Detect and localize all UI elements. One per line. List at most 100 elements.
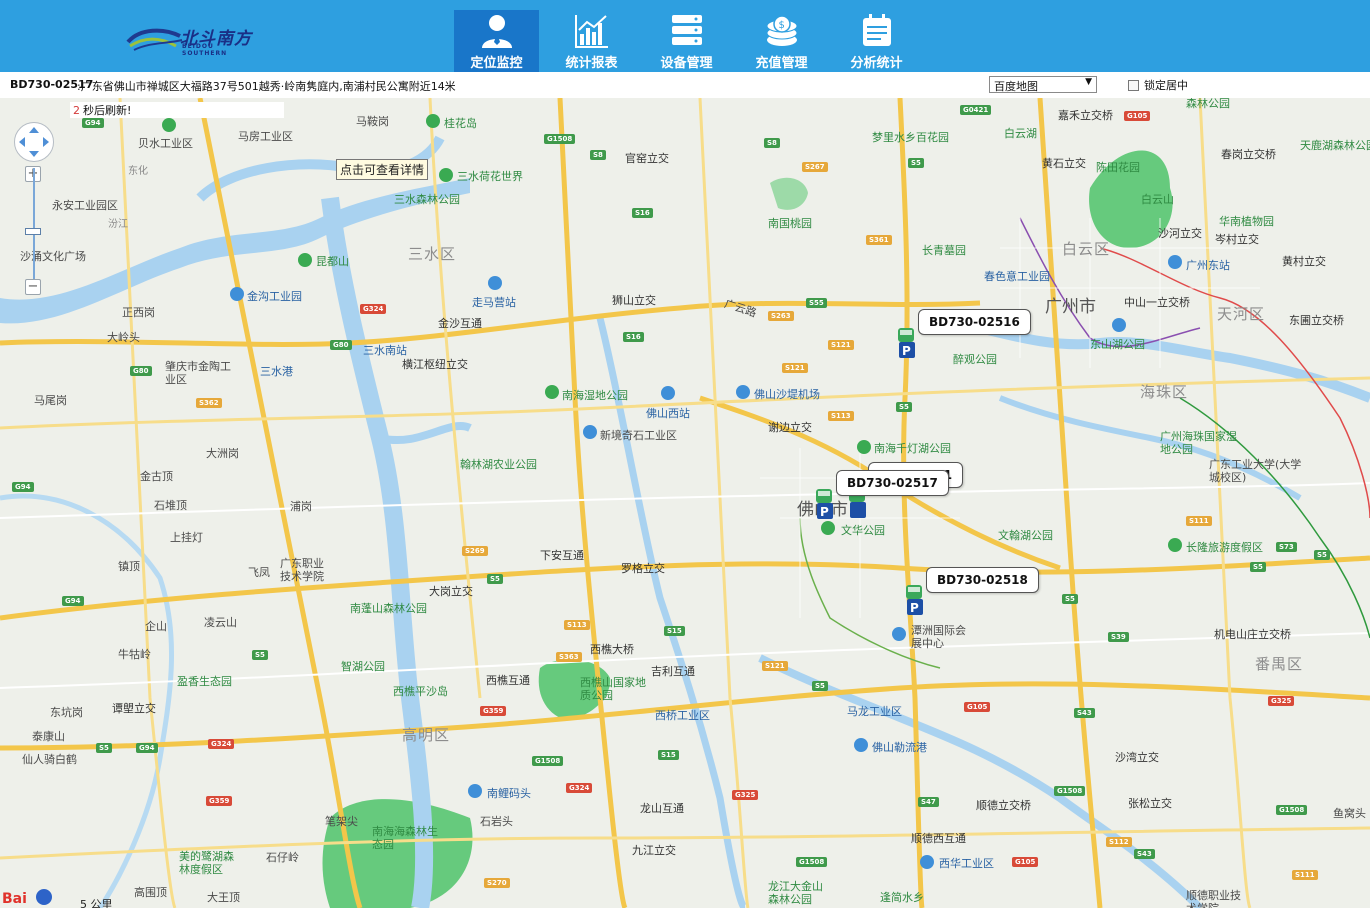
building-icon [583,425,597,439]
nav-item-recharge[interactable]: $ 充值管理 [739,10,824,72]
port-icon [468,784,482,798]
logo-swoosh-icon [126,28,183,51]
lock-center-toggle[interactable]: 锁定居中 [1128,77,1188,93]
port-icon [854,738,868,752]
park-icon [426,114,440,128]
brand-logo[interactable]: 北斗南方 BEIDOU SOUTHERN [126,24,258,57]
road-shield: S269 [462,546,488,556]
place-label: 白云山 [1141,193,1174,206]
place-label: 仙人骑白鹤 [22,753,77,766]
road-shield: S5 [812,681,828,691]
district-label: 天河区 [1217,305,1266,323]
district-label: 三水区 [408,245,457,263]
zoom-track[interactable] [33,168,35,286]
place-label: 南海湿地公园 [562,389,628,402]
city-label: 广州市 [1045,297,1096,317]
road-shield: G324 [208,739,235,749]
place-label: 春岗立交桥 [1221,148,1276,161]
road-shield: G1508 [1276,805,1308,815]
zoom-out-button[interactable]: − [25,279,41,295]
place-label: 金沟工业园 [247,290,302,303]
road-shield: G105 [1012,857,1039,867]
vehicle-marker-02518[interactable]: P [903,585,925,615]
park-icon [857,440,871,454]
nav-item-device-management[interactable]: 设备管理 [644,10,729,72]
map-pan-control[interactable] [14,122,54,162]
road-shield: S5 [1250,562,1266,572]
road-shield: S263 [768,311,794,321]
place-label: 谢边立交 [768,421,812,434]
park-icon [298,253,312,267]
zoom-slider-handle[interactable] [25,228,41,235]
road-shield: S5 [896,402,912,412]
place-label: 西樵平沙岛 [393,685,448,698]
district-label: 白云区 [1062,240,1111,258]
place-label: 九江立交 [632,844,676,857]
map-type-select[interactable]: 百度地图 ▼ [989,76,1097,93]
place-label: 文华公园 [841,524,885,537]
parked-car-icon: P [898,328,915,358]
transit-icon [1168,255,1182,269]
place-label: 盈香生态园 [177,675,232,688]
road-shield: S5 [252,650,268,660]
map-type-value: 百度地图 [994,80,1038,93]
road-shield: S267 [802,162,828,172]
map-scale: 5 公里 [80,898,113,908]
road-shield: S15 [664,626,685,636]
vehicle-label[interactable]: BD730-02516 [918,309,1031,335]
place-label: 镇顶 [118,560,140,573]
place-label: 飞凤 [248,566,270,579]
place-label: 潭洲国际会展中心 [911,624,966,650]
place-label: 罗格立交 [621,562,665,575]
road-shield: G94 [136,743,158,753]
place-label: 醉观公园 [953,353,997,366]
place-label: 沙涌文化广场 [20,250,86,263]
place-label: 石堆顶 [154,499,187,512]
place-label: 金沙互通 [438,317,482,330]
parked-car-icon: P [906,585,923,615]
main-nav: 定位监控 统计报表 设备管理 $ 充值管理 分析统计 [454,10,929,72]
airport-icon [736,385,750,399]
place-label: 文翰湖公园 [998,529,1053,542]
road-shield: G1508 [1054,786,1086,796]
district-label: 海珠区 [1140,383,1189,401]
user-icon [482,15,512,48]
vehicle-marker-02517[interactable]: P [813,489,835,519]
park-icon [439,168,453,182]
place-label: 美的鹭湖森林度假区 [179,850,234,876]
nav-item-reports[interactable]: 统计报表 [549,10,634,72]
place-label: 顺德西互通 [911,832,966,845]
nav-label: 设备管理 [660,56,713,71]
place-label: 中山一立交桥 [1124,296,1190,309]
place-label: 三水南站 [363,344,407,357]
nav-item-analysis[interactable]: 分析统计 [834,10,919,72]
road-shield: S5 [487,574,503,584]
place-label: 牛牯岭 [118,648,151,661]
place-label: 广东职业技术学院 [280,557,324,583]
place-label: 西桥工业区 [655,709,710,722]
place-label: 佛山沙堤机场 [754,388,820,401]
place-label: 龙山互通 [640,802,684,815]
vehicle-label[interactable]: BD730-02517 [836,470,949,496]
nav-label: 定位监控 [470,56,523,71]
building-icon [920,855,934,869]
place-label: 嘉禾立交桥 [1058,109,1113,122]
lock-center-checkbox[interactable] [1128,79,1139,91]
vehicle-label[interactable]: BD730-02518 [926,567,1039,593]
road-shield: G324 [360,304,387,314]
svg-text:P: P [902,344,911,358]
road-shield: S270 [484,878,510,888]
road-shield: G325 [1268,696,1295,706]
nav-item-location-monitor[interactable]: 定位监控 [454,10,539,72]
place-label: 横江枢纽立交 [402,358,468,371]
place-label: 华南植物园 [1219,215,1274,228]
svg-text:$: $ [779,20,785,31]
park-icon [545,385,559,399]
place-label: 佛山勒流港 [872,741,927,754]
place-label: 下安互通 [540,549,584,562]
map-canvas[interactable]: 三水区 白云区 广州市 天河区 海珠区 番禺区 高明区 佛山市 马鞍岗 桂花岛 … [0,98,1370,908]
place-label: 顺德立交桥 [976,799,1031,812]
place-label: 官窑立交 [625,152,669,165]
vehicle-marker-02516[interactable]: P [895,328,917,358]
place-label: 笔架尖 [325,815,358,828]
